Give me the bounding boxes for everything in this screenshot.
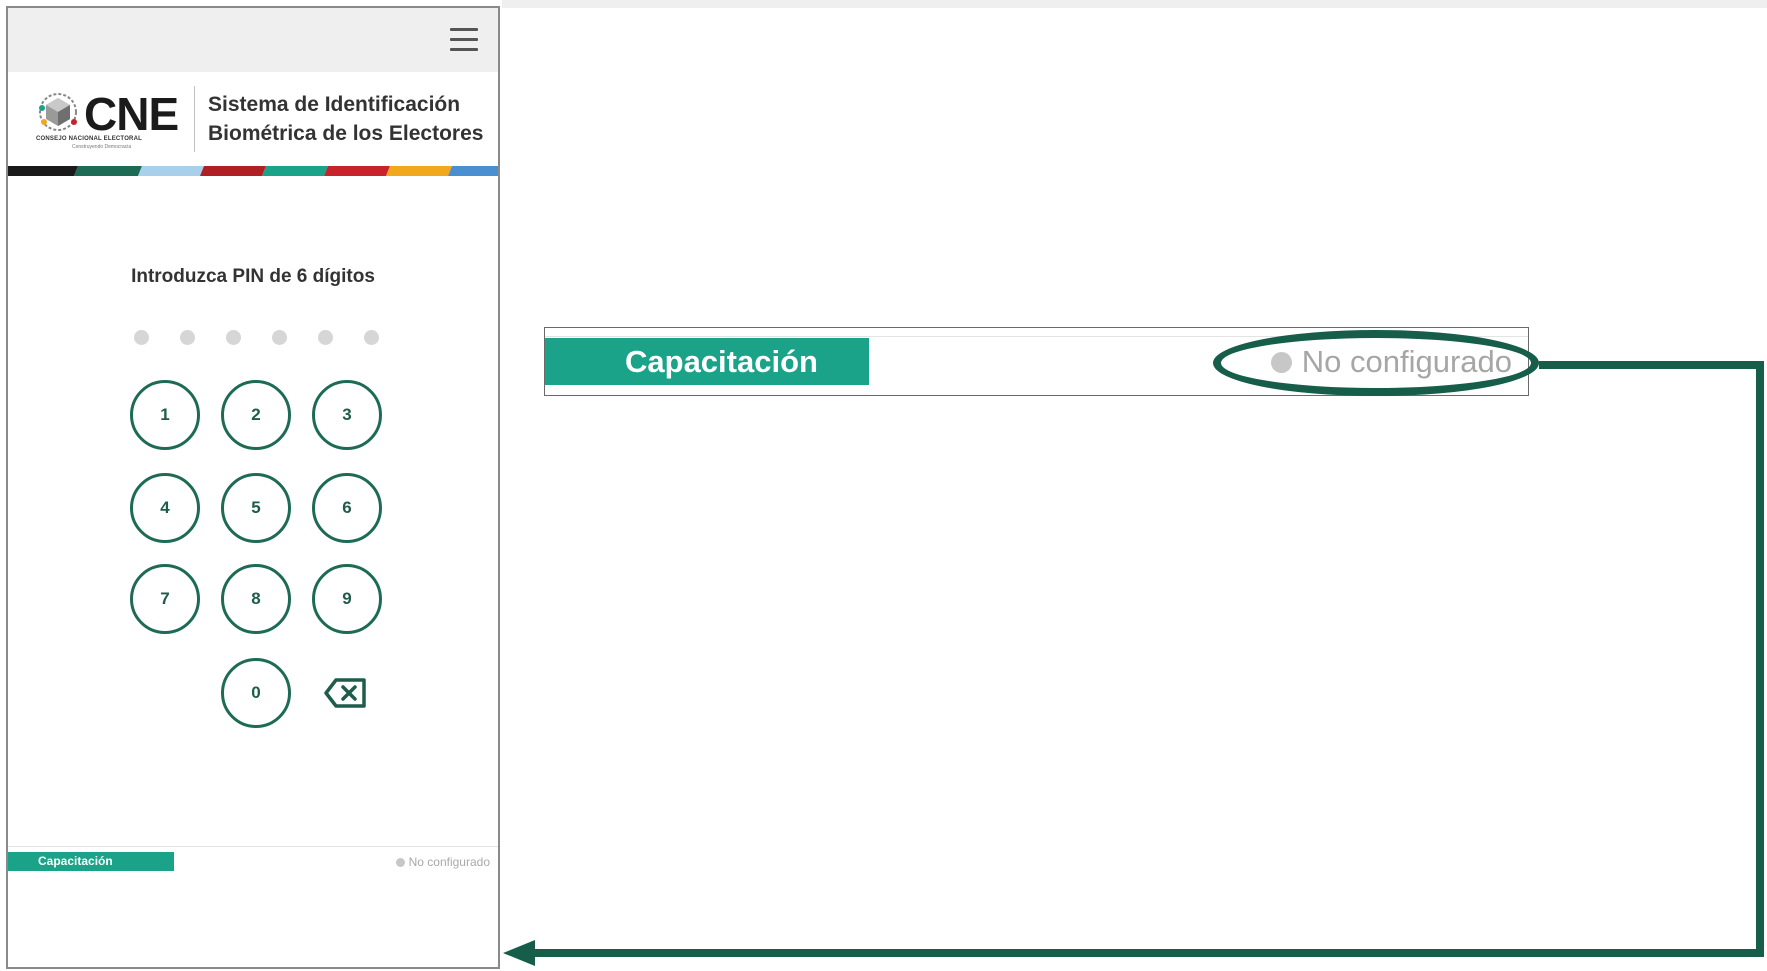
annotation-arrow [503, 361, 1764, 966]
arrow-head-icon [503, 940, 535, 966]
